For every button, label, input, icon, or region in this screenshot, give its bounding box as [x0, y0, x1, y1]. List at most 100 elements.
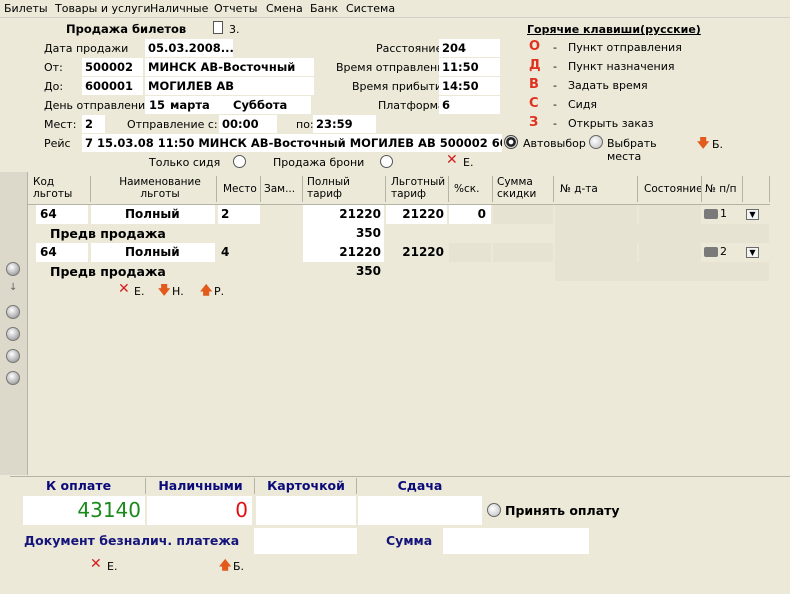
cell-code[interactable]: 64 [36, 205, 88, 224]
e-action[interactable]: ✕ Е. [446, 152, 476, 169]
pre-sale-value[interactable]: 350 [303, 262, 384, 281]
grid-action-e-label: Е. [134, 285, 145, 298]
cell-full[interactable]: 21220 [303, 243, 384, 262]
printer-icon[interactable] [704, 247, 718, 257]
e-action-label: Е. [463, 156, 474, 169]
pre-sale-row: Предв продажа 350 [36, 262, 770, 281]
payment-action-e[interactable]: ✕ Е. [90, 556, 124, 573]
menu-item-reports[interactable]: Отчеты [214, 2, 257, 15]
arrow-down-small-icon[interactable]: ↓ [9, 282, 17, 293]
sale-date-field[interactable]: 05.03.2008... [145, 39, 233, 57]
choose-seats-button[interactable]: Выбрать места [589, 135, 689, 163]
cell-code[interactable]: 64 [36, 243, 88, 262]
col-header-name[interactable]: Наименование льготы [110, 176, 210, 204]
menu-item-bank[interactable]: Банк [310, 2, 338, 15]
payment-action-b[interactable]: 🡅 Б. [219, 558, 251, 573]
table-row[interactable]: 64 Полный 4 21220 21220 2 ▼ [36, 243, 770, 262]
cell-discount-pct[interactable]: 0 [449, 205, 491, 224]
cell-zam [262, 243, 302, 262]
choose-seats-icon [589, 135, 603, 149]
arr-time-label: Время прибытия [352, 80, 449, 93]
noncash-doc-input[interactable] [254, 528, 357, 554]
cell-name[interactable]: Полный [91, 205, 215, 224]
chevron-up-double-icon[interactable] [6, 305, 20, 319]
col-divider [492, 176, 493, 202]
departure-to-field[interactable]: 23:59 [313, 115, 376, 133]
menu-item-goods[interactable]: Товары и услуги [55, 2, 151, 15]
only-seated-radio[interactable] [233, 155, 246, 168]
from-name-field[interactable]: МИНСК АВ-Восточный [145, 58, 314, 76]
hotkey-row: С - Сидя [527, 96, 727, 115]
pre-sale-value[interactable]: 350 [303, 224, 384, 243]
cell-num: 2 [720, 245, 727, 258]
cell-doc-date [555, 205, 637, 224]
hotkeys-title: Горячие клавиши(русские) [527, 23, 701, 36]
chevron-down-icon[interactable] [6, 349, 20, 363]
trip-field[interactable]: 7 15.03.08 11:50 МИНСК АВ-Восточный МОГИ… [82, 134, 502, 152]
menu-item-shift[interactable]: Смена [266, 2, 303, 15]
cash-input[interactable]: 0 [147, 496, 252, 525]
cell-privileged[interactable]: 21220 [386, 205, 447, 224]
cell-discount-pct[interactable] [449, 243, 491, 262]
accept-payment-button[interactable]: Принять оплату [487, 502, 632, 520]
col-divider [260, 176, 261, 202]
hotkey-dash: - [553, 79, 557, 92]
row-dropdown-button[interactable]: ▼ [746, 209, 759, 220]
chevron-up-icon[interactable] [6, 327, 20, 341]
row-dropdown-button[interactable]: ▼ [746, 247, 759, 258]
dep-time-field[interactable]: 11:50 [439, 58, 500, 76]
hotkey-key: Д [529, 58, 541, 73]
cell-privileged[interactable]: 21220 [386, 243, 447, 262]
grid-action-n[interactable]: 🡇 Н. [158, 283, 190, 298]
col-divider [701, 176, 702, 202]
col-divider [302, 176, 303, 202]
hotkey-desc: Пункт назначения [568, 60, 675, 73]
menu-item-cash[interactable]: Наличные [150, 2, 208, 15]
hotkey-row: В - Задать время [527, 77, 727, 96]
menu-item-tickets[interactable]: Билеты [4, 2, 48, 15]
b-action[interactable]: 🡇 Б. [697, 136, 725, 151]
to-code-field[interactable]: 600001 [82, 77, 143, 95]
col-divider [216, 176, 217, 202]
hotkey-dash: - [553, 98, 557, 111]
close-icon: ✕ [90, 556, 102, 572]
card-header: Карточкой [256, 478, 356, 494]
row-filler [555, 262, 769, 281]
reserve-sale-radio[interactable] [380, 155, 393, 168]
noncash-doc-label: Документ безналич. платежа [24, 533, 240, 548]
table-row[interactable]: 64 Полный 2 21220 21220 0 1 ▼ [36, 205, 770, 224]
platform-field[interactable]: 6 [439, 96, 500, 114]
hotkey-key: С [529, 96, 539, 111]
menu-item-system[interactable]: Система [346, 2, 395, 15]
printer-icon[interactable] [704, 209, 718, 219]
arrow-up-icon: 🡅 [200, 283, 213, 297]
cell-seat[interactable]: 4 [218, 243, 260, 262]
seats-field[interactable]: 2 [82, 115, 105, 133]
card-input[interactable] [256, 496, 356, 525]
chevron-down-double-icon[interactable] [6, 371, 20, 385]
arr-time-field[interactable]: 14:50 [439, 77, 500, 95]
cell-name[interactable]: Полный [91, 243, 215, 262]
grid-action-r[interactable]: 🡅 Р. [200, 283, 232, 298]
autoselect-button[interactable]: Автовыбор [504, 135, 586, 151]
departure-from-field[interactable]: 00:00 [219, 115, 277, 133]
payment-action-e-label: Е. [107, 560, 118, 573]
hotkey-key: В [529, 77, 539, 92]
departure-month: марта [170, 98, 210, 112]
col-header-code[interactable]: Код льготы [33, 176, 83, 204]
to-name-field[interactable]: МОГИЛЕВ АВ [145, 77, 314, 95]
col-header-discount-sum[interactable]: Сумма скидки [497, 176, 547, 204]
cell-full[interactable]: 21220 [303, 205, 384, 224]
departure-day-field[interactable]: 15 марта Суббота [145, 96, 311, 114]
col-header-full[interactable]: Полный тариф [307, 176, 350, 204]
page-icon[interactable] [213, 21, 223, 34]
distance-field[interactable]: 204 [439, 39, 500, 57]
grid-action-e[interactable]: ✕ Е. [118, 281, 150, 298]
col-header-privileged[interactable]: Льготный тариф [391, 176, 445, 204]
gear-icon[interactable] [6, 262, 20, 276]
from-code-field[interactable]: 500002 [82, 58, 143, 76]
autoselect-icon [504, 135, 518, 149]
cell-seat[interactable]: 2 [218, 205, 260, 224]
sum-input[interactable] [443, 528, 589, 554]
col-divider [742, 176, 743, 202]
